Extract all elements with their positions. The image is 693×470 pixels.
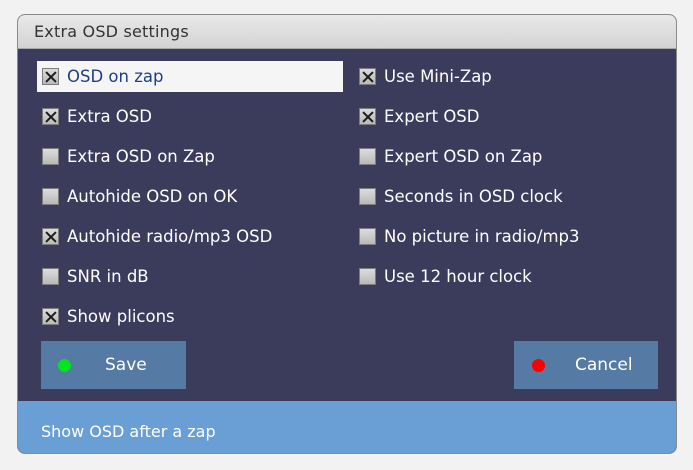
option-label: Expert OSD on Zap xyxy=(384,147,543,166)
cancel-button[interactable]: Cancel xyxy=(514,341,658,389)
option-extra-osd[interactable]: Extra OSD xyxy=(37,101,343,132)
option-label: Use 12 hour clock xyxy=(384,267,532,286)
options-column-left: OSD on zap Extra OSD Extra OSD on Zap Au… xyxy=(37,61,343,341)
option-label: Extra OSD on Zap xyxy=(67,147,215,166)
cancel-button-label: Cancel xyxy=(575,355,633,375)
settings-panel: OSD on zap Extra OSD Extra OSD on Zap Au… xyxy=(18,49,676,401)
checkbox-icon[interactable] xyxy=(42,148,59,165)
option-no-picture-in-radio[interactable]: No picture in radio/mp3 xyxy=(354,221,660,252)
option-extra-osd-on-zap[interactable]: Extra OSD on Zap xyxy=(37,141,343,172)
option-label: Seconds in OSD clock xyxy=(384,187,563,206)
option-autohide-osd-on-ok[interactable]: Autohide OSD on OK xyxy=(37,181,343,212)
option-label: Show plicons xyxy=(67,307,175,326)
checkbox-icon[interactable] xyxy=(42,268,59,285)
option-show-plicons[interactable]: Show plicons xyxy=(37,301,343,332)
checkbox-icon[interactable] xyxy=(42,108,59,125)
option-label: Expert OSD xyxy=(384,107,480,126)
option-label: Extra OSD xyxy=(67,107,152,126)
save-button[interactable]: Save xyxy=(41,341,186,389)
checkbox-icon[interactable] xyxy=(42,68,59,85)
help-status-bar: Show OSD after a zap xyxy=(18,401,676,453)
option-label: SNR in dB xyxy=(67,267,149,286)
help-text: Show OSD after a zap xyxy=(41,422,216,441)
checkbox-icon[interactable] xyxy=(359,148,376,165)
green-dot-icon xyxy=(58,358,71,372)
option-label: Use Mini-Zap xyxy=(384,67,492,86)
option-autohide-radio-osd[interactable]: Autohide radio/mp3 OSD xyxy=(37,221,343,252)
checkbox-icon[interactable] xyxy=(359,108,376,125)
option-snr-in-db[interactable]: SNR in dB xyxy=(37,261,343,292)
dialog-title: Extra OSD settings xyxy=(34,22,189,41)
checkbox-icon[interactable] xyxy=(359,268,376,285)
checkbox-icon[interactable] xyxy=(42,308,59,325)
checkbox-icon[interactable] xyxy=(42,188,59,205)
osd-settings-dialog: Extra OSD settings OSD on zap Extra OSD … xyxy=(17,14,677,454)
option-seconds-in-osd-clock[interactable]: Seconds in OSD clock xyxy=(354,181,660,212)
checkbox-icon[interactable] xyxy=(359,228,376,245)
checkbox-icon[interactable] xyxy=(42,228,59,245)
checkbox-icon[interactable] xyxy=(359,188,376,205)
option-label: Autohide OSD on OK xyxy=(67,187,238,206)
option-label: Autohide radio/mp3 OSD xyxy=(67,227,273,246)
option-label: OSD on zap xyxy=(67,67,164,86)
option-use-12-hour-clock[interactable]: Use 12 hour clock xyxy=(354,261,660,292)
option-label: No picture in radio/mp3 xyxy=(384,227,580,246)
save-button-label: Save xyxy=(105,355,147,375)
option-expert-osd[interactable]: Expert OSD xyxy=(354,101,660,132)
title-bar: Extra OSD settings xyxy=(18,15,676,49)
red-dot-icon xyxy=(532,358,545,372)
checkbox-icon[interactable] xyxy=(359,68,376,85)
option-use-mini-zap[interactable]: Use Mini-Zap xyxy=(354,61,660,92)
option-expert-osd-on-zap[interactable]: Expert OSD on Zap xyxy=(354,141,660,172)
option-osd-on-zap[interactable]: OSD on zap xyxy=(37,61,343,92)
options-column-right: Use Mini-Zap Expert OSD Expert OSD on Za… xyxy=(354,61,660,301)
